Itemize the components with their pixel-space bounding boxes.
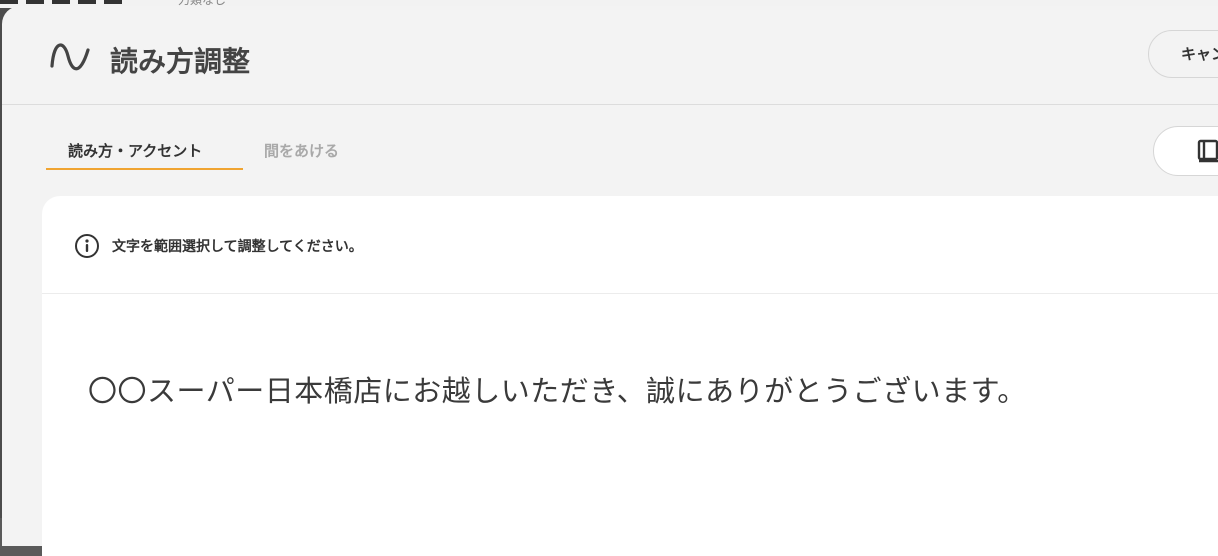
hint-row: 文字を範囲選択して調整してください。	[42, 196, 1218, 294]
cancel-button[interactable]: キャンセル	[1148, 30, 1218, 78]
dialog-title: 読み方調整	[110, 45, 251, 78]
tab-insert-pause[interactable]: 間をあける	[264, 140, 339, 161]
background-dashes	[0, 0, 130, 4]
book-icon	[1197, 139, 1218, 163]
editable-sentence[interactable]: 〇〇スーパー日本橋店にお越しいただき、誠にありがとうございます。	[88, 368, 1027, 410]
dictionary-button[interactable]	[1153, 126, 1218, 176]
info-icon	[75, 234, 99, 258]
editor-panel: 文字を範囲選択して調整してください。 〇〇スーパー日本橋店にお越しいただき、誠に…	[42, 196, 1218, 556]
dialog-header: 読み方調整 キャンセル	[2, 6, 1218, 105]
active-tab-indicator	[46, 168, 243, 170]
reading-adjust-dialog: 読み方調整 キャンセル 読み方・アクセント 間をあける 文字を範囲選択して調整し…	[2, 6, 1218, 556]
hint-text: 文字を範囲選択して調整してください。	[112, 239, 363, 255]
wave-icon	[50, 43, 90, 71]
tab-reading-accent[interactable]: 読み方・アクセント	[68, 140, 202, 161]
